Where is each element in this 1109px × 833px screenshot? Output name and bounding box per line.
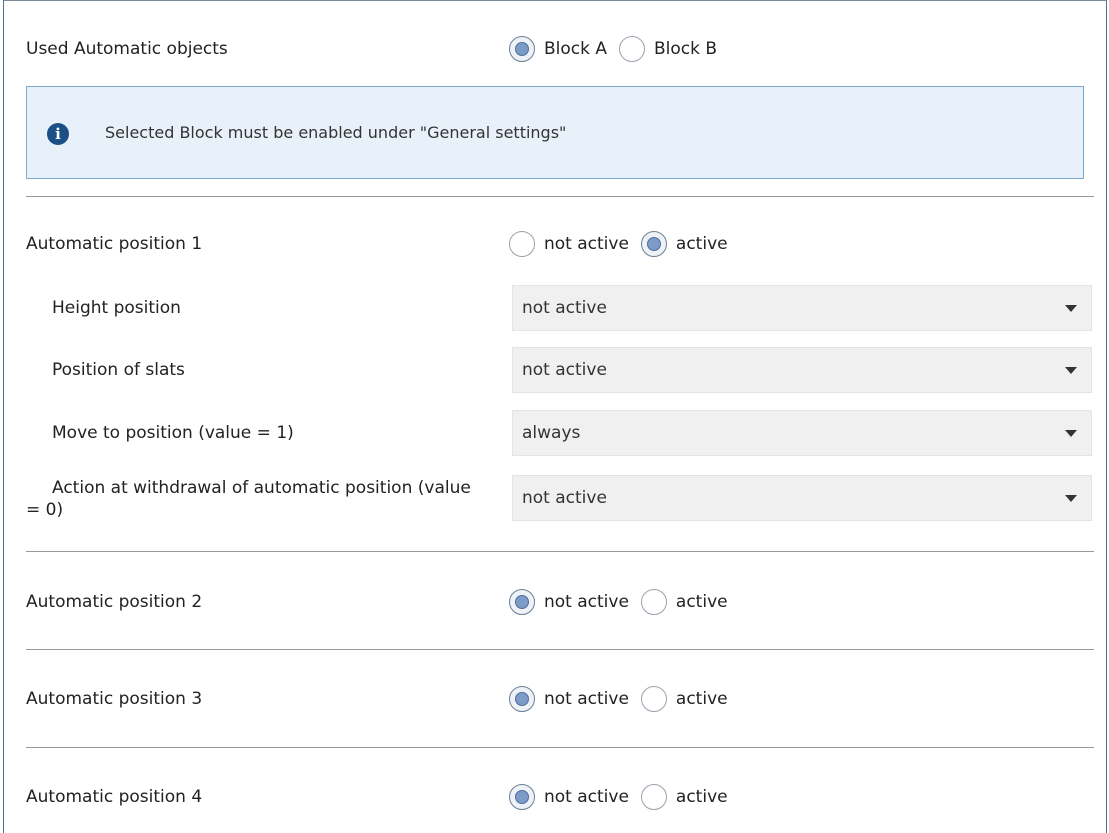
radio-block-b-circle[interactable]: [619, 36, 646, 62]
automatic-position-2-label: Automatic position 2: [26, 592, 203, 612]
info-message-text: Selected Block must be enabled under "Ge…: [105, 123, 567, 142]
radio-position-1-active-label: active: [675, 234, 728, 254]
automatic-position-3-row: Automatic position 3 not active active: [4, 681, 1106, 717]
radio-position-2-active-circle[interactable]: [640, 589, 667, 615]
radio-position-1-active-circle[interactable]: [640, 231, 667, 257]
automatic-position-1-radio-group: not active active: [509, 231, 740, 257]
radio-position-3-active[interactable]: active: [640, 686, 728, 712]
radio-block-a-circle[interactable]: [509, 36, 535, 62]
automatic-position-3-label: Automatic position 3: [26, 689, 203, 709]
radio-block-a[interactable]: Block A: [509, 36, 607, 62]
move-to-position-label: Move to position (value = 1): [52, 423, 294, 443]
divider: [26, 649, 1094, 650]
radio-position-4-active-label: active: [675, 787, 728, 807]
parameter-panel: Used Automatic objects Block A Block B i…: [3, 0, 1107, 833]
info-icon: i: [47, 123, 69, 145]
radio-position-3-active-circle[interactable]: [640, 686, 667, 712]
radio-position-4-active-circle[interactable]: [640, 784, 667, 810]
slats-position-select[interactable]: not active: [512, 347, 1092, 393]
height-position-select[interactable]: not active: [512, 285, 1092, 331]
radio-position-2-active-label: active: [675, 592, 728, 612]
radio-position-2-active[interactable]: active: [640, 589, 728, 615]
radio-position-3-not-active[interactable]: not active: [509, 686, 629, 712]
move-to-position-value: always: [522, 423, 581, 443]
automatic-position-1-row: Automatic position 1 not active active: [4, 226, 1106, 262]
height-position-label: Height position: [52, 298, 181, 318]
radio-position-2-not-active-circle[interactable]: [509, 589, 535, 615]
move-to-position-select[interactable]: always: [512, 410, 1092, 456]
chevron-down-icon: [1065, 367, 1077, 374]
block-selector-row: Used Automatic objects Block A Block B: [4, 31, 1106, 67]
withdrawal-action-select[interactable]: not active: [512, 475, 1092, 521]
radio-block-a-label: Block A: [544, 39, 608, 59]
radio-position-4-not-active[interactable]: not active: [509, 784, 629, 810]
radio-position-3-active-label: active: [675, 689, 728, 709]
divider: [26, 747, 1094, 748]
info-message-box: i Selected Block must be enabled under "…: [26, 86, 1084, 179]
height-position-value: not active: [522, 298, 607, 318]
slats-position-label: Position of slats: [52, 360, 185, 380]
slats-position-value: not active: [522, 360, 607, 380]
radio-position-4-active[interactable]: active: [640, 784, 728, 810]
radio-position-3-not-active-circle[interactable]: [509, 686, 535, 712]
radio-position-1-not-active[interactable]: not active: [509, 231, 629, 257]
radio-position-1-not-active-label: not active: [544, 234, 629, 254]
automatic-position-2-row: Automatic position 2 not active active: [4, 584, 1106, 620]
automatic-position-4-radio-group: not active active: [509, 784, 740, 810]
chevron-down-icon: [1065, 430, 1077, 437]
divider: [26, 551, 1094, 552]
radio-position-1-not-active-circle[interactable]: [509, 231, 535, 257]
radio-block-b-label: Block B: [654, 39, 718, 59]
automatic-position-4-label: Automatic position 4: [26, 787, 203, 807]
withdrawal-action-value: not active: [522, 488, 607, 508]
block-selector-label: Used Automatic objects: [26, 39, 228, 59]
radio-position-3-not-active-label: not active: [544, 689, 629, 709]
automatic-position-1-label: Automatic position 1: [26, 234, 203, 254]
automatic-position-4-row: Automatic position 4 not active active: [4, 779, 1106, 815]
radio-position-1-active[interactable]: active: [640, 231, 728, 257]
radio-block-b[interactable]: Block B: [619, 36, 717, 62]
radio-position-4-not-active-circle[interactable]: [509, 784, 535, 810]
block-radio-group: Block A Block B: [509, 36, 729, 62]
radio-position-4-not-active-label: not active: [544, 787, 629, 807]
radio-position-2-not-active[interactable]: not active: [509, 589, 629, 615]
chevron-down-icon: [1065, 305, 1077, 312]
automatic-position-3-radio-group: not active active: [509, 686, 740, 712]
automatic-position-2-radio-group: not active active: [509, 589, 740, 615]
chevron-down-icon: [1065, 495, 1077, 502]
radio-position-2-not-active-label: not active: [544, 592, 629, 612]
withdrawal-action-label: Action at withdrawal of automatic positi…: [26, 478, 471, 520]
divider: [26, 196, 1094, 197]
